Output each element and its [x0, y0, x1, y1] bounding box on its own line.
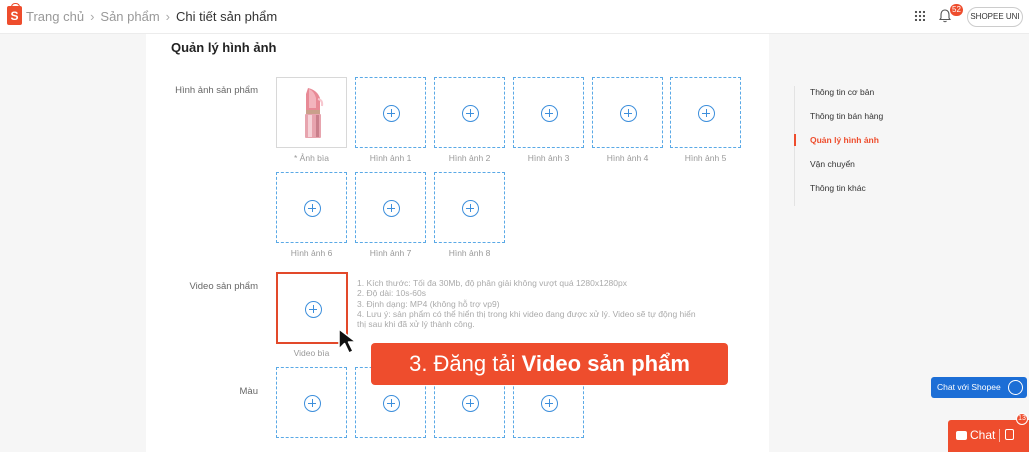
headset-icon — [1008, 380, 1023, 395]
add-circle-icon — [383, 395, 400, 412]
video-requirements: 1. Kích thước: Tối đa 30Mb, độ phân giải… — [357, 278, 697, 329]
chat-label: Chat — [970, 428, 996, 442]
video-note: 4. Lưu ý: sản phẩm có thể hiển thị trong… — [357, 308, 696, 330]
add-circle-icon — [541, 105, 558, 122]
add-circle-icon — [462, 200, 479, 217]
slot-label: Hình ảnh 3 — [527, 153, 570, 163]
chat-unread-badge: 13 — [1016, 413, 1028, 425]
chat-with-shopee-label: Chat với Shopee — [937, 382, 1001, 392]
color-label: Màu — [239, 386, 258, 397]
add-circle-icon — [305, 301, 322, 318]
breadcrumb-home[interactable]: Trang chủ — [26, 9, 84, 24]
callout-highlight: Video sản phẩm — [521, 351, 690, 376]
section-title: Quản lý hình ảnh — [171, 40, 277, 55]
slot-label: Hình ảnh 8 — [448, 248, 491, 258]
image-slot-3[interactable] — [513, 77, 584, 148]
breadcrumb-separator-icon: › — [90, 9, 95, 24]
image-slot-1[interactable] — [355, 77, 426, 148]
slot-label: Hình ảnh 6 — [290, 248, 333, 258]
apps-grid-icon[interactable] — [914, 10, 925, 21]
image-slot-8[interactable] — [434, 172, 505, 243]
color-image-slot-1[interactable] — [276, 367, 347, 438]
chat-divider — [999, 429, 1000, 442]
breadcrumb: Trang chủ › Sản phẩm › Chi tiết sản phẩm — [26, 9, 277, 24]
nav-image-management[interactable]: Quản lý hình ảnh — [794, 134, 914, 158]
image-slot-4[interactable] — [592, 77, 663, 148]
nav-basic-info[interactable]: Thông tin cơ bản — [795, 86, 914, 110]
nav-other-info[interactable]: Thông tin khác — [795, 182, 914, 206]
shopee-logo-icon[interactable]: S — [7, 3, 22, 25]
image-slot-7[interactable] — [355, 172, 426, 243]
add-circle-icon — [620, 105, 637, 122]
video-note: 3. Định dạng: MP4 (không hỗ trợ vp9) — [357, 298, 500, 309]
chat-bubble-icon — [956, 431, 967, 440]
nav-shipping[interactable]: Vận chuyển — [795, 158, 914, 182]
breadcrumb-products[interactable]: Sản phẩm — [100, 9, 159, 24]
add-circle-icon — [541, 395, 558, 412]
image-slot-2[interactable] — [434, 77, 505, 148]
video-note: 2. Độ dài: 10s-60s — [357, 288, 426, 299]
breadcrumb-current: Chi tiết sản phẩm — [176, 9, 278, 24]
add-circle-icon — [698, 105, 715, 122]
image-slot-5[interactable] — [670, 77, 741, 148]
product-images-label: Hình ảnh sản phẩm — [175, 85, 258, 96]
add-circle-icon — [383, 200, 400, 217]
slot-label: Hình ảnh 7 — [369, 248, 412, 258]
expand-chat-icon[interactable] — [1005, 429, 1014, 440]
product-video-label: Video sản phẩm — [189, 281, 259, 292]
section-nav: Thông tin cơ bản Thông tin bán hàng Quản… — [794, 86, 914, 206]
slot-label: Hình ảnh 5 — [684, 153, 727, 163]
breadcrumb-separator-icon: › — [165, 9, 171, 24]
add-circle-icon — [304, 200, 321, 217]
step-callout: 3. Đăng tải Video sản phẩm — [371, 343, 728, 385]
slot-label: Hình ảnh 4 — [606, 153, 649, 163]
add-circle-icon — [462, 105, 479, 122]
cover-image-slot[interactable] — [276, 77, 347, 148]
slot-label: * Ảnh bìa — [294, 153, 329, 163]
callout-prefix: 3. Đăng tải — [409, 351, 522, 376]
notification-badge: 52 — [950, 4, 963, 16]
slot-label: Hình ảnh 1 — [369, 153, 412, 163]
chat-with-shopee-button[interactable]: Chat với Shopee — [931, 377, 1027, 398]
slot-label: Hình ảnh 2 — [448, 153, 491, 163]
shop-account-button[interactable]: SHOPEE UNI — [967, 7, 1023, 27]
image-slot-6[interactable] — [276, 172, 347, 243]
add-circle-icon — [304, 395, 321, 412]
add-circle-icon — [462, 395, 479, 412]
mouse-pointer-icon — [338, 328, 357, 354]
video-note: 1. Kích thước: Tối đa 30Mb, độ phân giải… — [357, 278, 627, 288]
chat-button[interactable]: Chat — [948, 420, 1029, 452]
top-bar: S Trang chủ › Sản phẩm › Chi tiết sản phẩm 5… — [0, 0, 1029, 34]
lipstick-product-image — [305, 88, 324, 138]
add-circle-icon — [383, 105, 400, 122]
nav-sales-info[interactable]: Thông tin bán hàng — [795, 110, 914, 134]
